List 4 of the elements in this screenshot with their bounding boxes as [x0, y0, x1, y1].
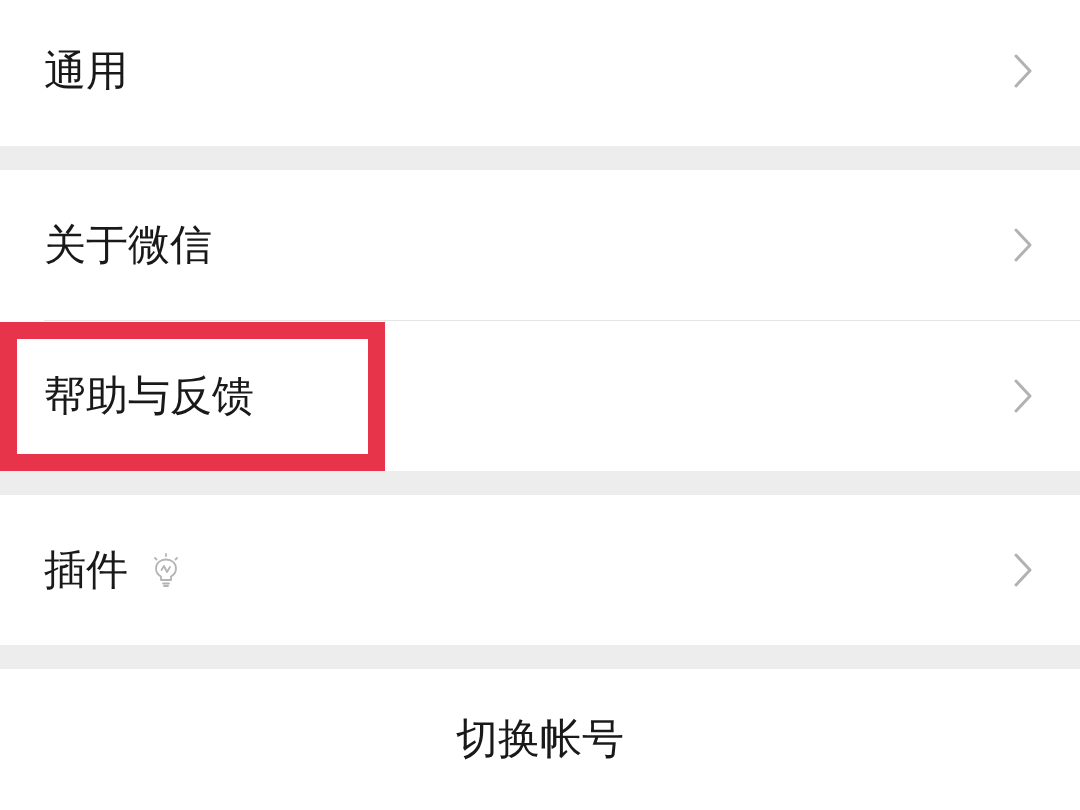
chevron-right-icon: [1014, 54, 1032, 88]
chevron-right-icon: [1014, 379, 1032, 413]
chevron-right-icon: [1014, 228, 1032, 262]
chevron-right-icon: [1014, 553, 1032, 587]
